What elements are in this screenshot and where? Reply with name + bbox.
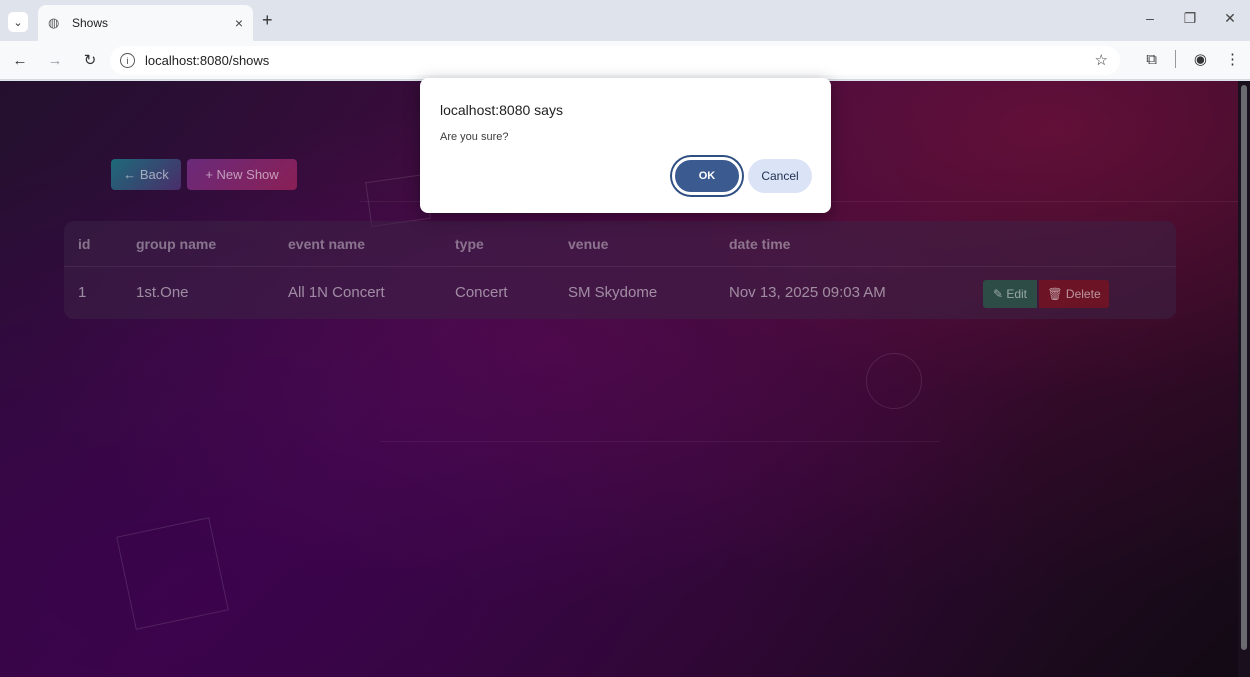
cancel-button[interactable]: Cancel	[748, 159, 812, 193]
cell-venue: SM Skydome	[568, 283, 658, 301]
chevron-down-icon: ⌄	[13, 16, 23, 29]
extensions-icon[interactable]: ⧉	[1146, 51, 1157, 68]
forward-arrow-icon[interactable]: →	[45, 50, 65, 70]
back-button[interactable]: ← Back	[111, 159, 181, 190]
column-header-event-name: event name	[288, 235, 366, 252]
toolbar-divider	[1174, 50, 1176, 68]
bookmark-star-icon[interactable]: ☆	[1095, 51, 1108, 69]
cell-id: 1	[78, 283, 87, 301]
column-header-date-time: date time	[729, 235, 791, 252]
minimize-button[interactable]: –	[1130, 0, 1170, 36]
profile-icon[interactable]: ◉	[1194, 50, 1207, 68]
cell-group-name: 1st.One	[136, 283, 189, 301]
new-tab-button[interactable]: +	[262, 11, 273, 29]
shows-table: id group name event name type venue date…	[64, 221, 1176, 319]
cell-date-time: Nov 13, 2025 09:03 AM	[729, 283, 886, 301]
tab-strip: ⌄ ◍ Shows × + – ❐ ✕	[0, 0, 1250, 41]
globe-icon: ◍	[48, 15, 60, 30]
decorative-square	[116, 517, 229, 630]
reload-icon[interactable]: ↻	[80, 50, 100, 70]
restore-button[interactable]: ❐	[1170, 0, 1210, 36]
edit-button[interactable]: ✎ Edit	[983, 280, 1037, 308]
new-show-button[interactable]: + New Show	[187, 159, 297, 190]
back-arrow-icon[interactable]: ←	[10, 50, 30, 70]
scrollbar-thumb[interactable]	[1241, 85, 1247, 650]
decorative-circle	[866, 353, 922, 409]
cell-type: Concert	[455, 283, 508, 301]
tab-search-button[interactable]: ⌄	[8, 12, 28, 32]
toolbar-actions: ⧉ ◉ ⋮	[1146, 50, 1240, 68]
ok-button[interactable]: OK	[672, 157, 742, 195]
tab-title: Shows	[72, 16, 109, 30]
menu-kebab-icon[interactable]: ⋮	[1225, 50, 1240, 68]
table-row: 1 1st.One All 1N Concert Concert SM Skyd…	[64, 269, 1176, 315]
address-bar[interactable]: i localhost:8080/shows ☆	[110, 46, 1120, 75]
window-controls: – ❐ ✕	[1130, 0, 1250, 36]
column-header-venue: venue	[568, 235, 609, 252]
decorative-line	[380, 441, 940, 442]
dialog-title: localhost:8080 says	[440, 102, 563, 118]
column-header-type: type	[455, 235, 484, 252]
page-scrollbar[interactable]	[1238, 81, 1250, 677]
dialog-message: Are you sure?	[440, 131, 509, 143]
url-text: localhost:8080/shows	[145, 53, 270, 68]
browser-toolbar: ← → ↻ i localhost:8080/shows ☆ ⧉ ◉ ⋮	[0, 41, 1250, 80]
cell-event-name: All 1N Concert	[288, 283, 385, 301]
table-header-row: id group name event name type venue date…	[64, 221, 1176, 267]
tab-close-icon[interactable]: ×	[235, 15, 243, 31]
column-header-id: id	[78, 235, 91, 252]
column-header-group-name: group name	[136, 235, 217, 252]
close-window-button[interactable]: ✕	[1210, 0, 1250, 36]
browser-tab[interactable]: ◍ Shows ×	[38, 5, 253, 41]
delete-button[interactable]: 🗑 Delete	[1039, 280, 1109, 308]
site-info-icon[interactable]: i	[120, 53, 135, 68]
